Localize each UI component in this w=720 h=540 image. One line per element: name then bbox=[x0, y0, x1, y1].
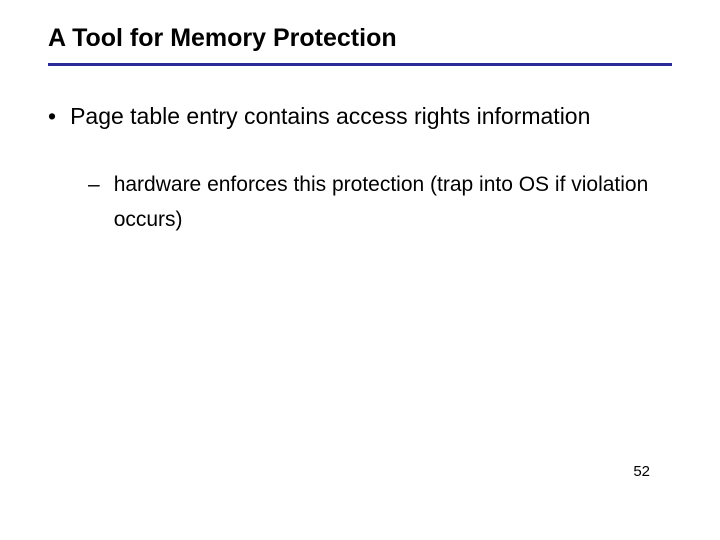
page-number: 52 bbox=[633, 463, 650, 480]
slide-title: A Tool for Memory Protection bbox=[48, 24, 672, 53]
bullet-text: hardware enforces this protection (trap … bbox=[114, 167, 672, 238]
bullet-text: Page table entry contains access rights … bbox=[70, 98, 672, 135]
bullet-marker: • bbox=[48, 98, 56, 135]
bullet-item-2: – hardware enforces this protection (tra… bbox=[88, 167, 672, 238]
bullet-item-1: • Page table entry contains access right… bbox=[48, 98, 672, 135]
slide-container: A Tool for Memory Protection • Page tabl… bbox=[0, 0, 720, 238]
title-underline bbox=[48, 63, 672, 66]
dash-marker: – bbox=[88, 167, 100, 238]
